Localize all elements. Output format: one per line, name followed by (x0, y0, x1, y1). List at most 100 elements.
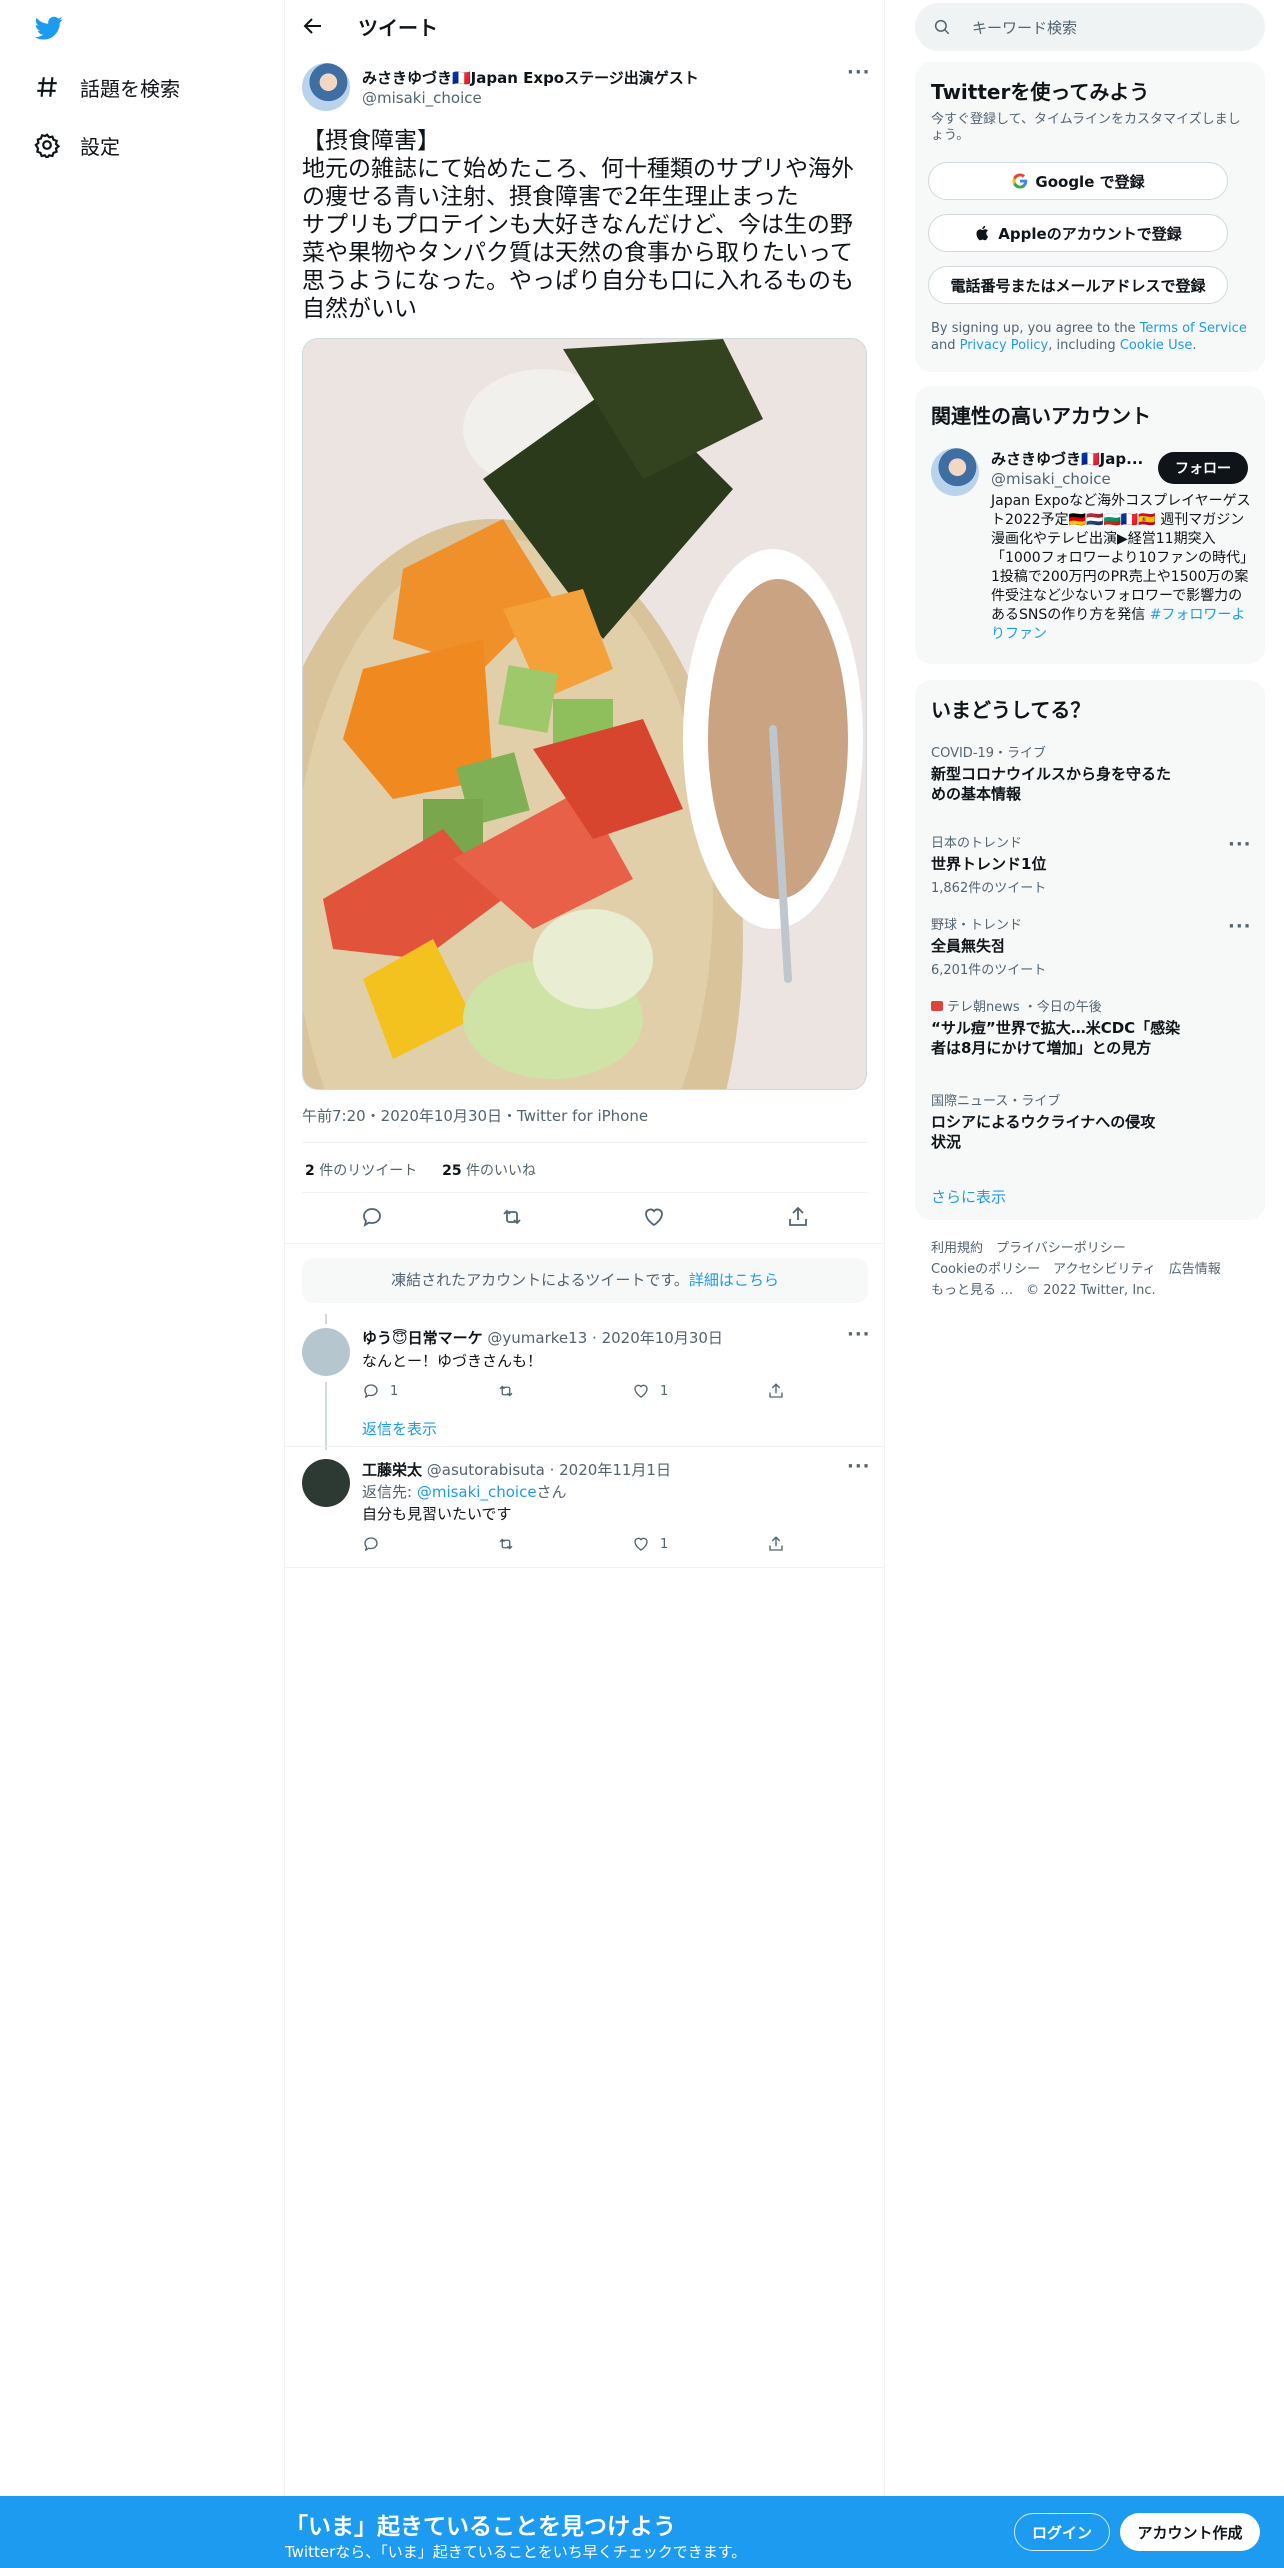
reply-date[interactable]: 2020年10月30日 (602, 1329, 723, 1347)
share-icon (769, 1536, 783, 1551)
notice-link[interactable]: 詳細はこちら (689, 1271, 779, 1289)
like-icon (634, 1384, 648, 1398)
google-signup-button[interactable]: Google で登録 (928, 162, 1228, 200)
reply-avatar[interactable] (302, 1459, 350, 1507)
trend-category: COVID-19・ライブ (931, 746, 1047, 761)
author-handle[interactable]: @misaki_choice (362, 89, 482, 107)
left-navigation: 話題を検索 設定 (0, 0, 285, 2496)
nav-explore[interactable]: 話題を検索 (34, 67, 180, 107)
trends-panel: いまどうしてる？ COVID-19・ライブ 新型コロナウイルスから身を守るための… (915, 680, 1265, 1220)
twitter-logo-icon[interactable] (33, 14, 65, 42)
retweet-icon (499, 1538, 513, 1550)
reply-header: ゆう😇日常マーケ @yumarke13 · 2020年10月30日 (362, 1329, 723, 1347)
footer-line[interactable]: もっと見る … © 2022 Twitter, Inc. (931, 1280, 1221, 1301)
search-box[interactable]: キーワード検索 (915, 3, 1265, 51)
more-options-icon[interactable]: ··· (847, 1456, 871, 1477)
share-icon[interactable] (786, 1205, 810, 1229)
search-icon (934, 19, 950, 35)
trend-category: 国際ニュース・ライブ (931, 1094, 1061, 1109)
reply-share-button[interactable] (767, 1382, 795, 1400)
back-arrow-icon[interactable] (301, 14, 325, 38)
main-column: ツイート みさきゆづき🇫🇷Japan Expoステージ出演ゲスト @misaki… (285, 0, 885, 2496)
login-button[interactable]: ログイン (1014, 2513, 1110, 2551)
trend-item[interactable]: テレ朝news ・今日の午後 “サル痘”世界で拡大…米CDC「感染者は8月にかけ… (931, 996, 1241, 1058)
reply-icon[interactable] (360, 1205, 384, 1229)
more-options-icon[interactable]: ··· (847, 1324, 871, 1345)
hashtag-icon (37, 77, 57, 97)
reply-icon (364, 1384, 378, 1399)
more-options-icon[interactable]: ··· (1228, 916, 1252, 937)
terms-link[interactable]: Terms of Service (1140, 321, 1247, 336)
apple-signup-button[interactable]: Appleのアカウントで登録 (928, 214, 1228, 252)
privacy-link[interactable]: Privacy Policy (960, 338, 1049, 353)
trend-item[interactable]: COVID-19・ライブ 新型コロナウイルスから身を守るための基本情報 (931, 742, 1241, 804)
show-replies-link[interactable]: 返信を表示 (362, 1418, 437, 1439)
reply-header: 工藤栄太 @asutorabisuta · 2020年11月1日 (362, 1461, 671, 1479)
reply-like-button[interactable]: 1 (632, 1535, 668, 1553)
trends-title: いまどうしてる？ (931, 698, 1091, 722)
like-icon[interactable] (642, 1205, 666, 1229)
footer-line[interactable]: 利用規約 プライバシーポリシー (931, 1238, 1221, 1259)
divider (285, 1243, 885, 1244)
reply-author-handle[interactable]: @yumarke13 (487, 1329, 587, 1347)
reply-avatar[interactable] (302, 1328, 350, 1376)
trend-title: 新型コロナウイルスから身を守るための基本情報 (931, 765, 1172, 803)
related-bio: Japan Expoなど海外コスプレイヤーゲスト2022予定🇩🇪🇳🇱🇧🇬🇫🇷🇪🇸… (991, 492, 1251, 644)
show-more-link[interactable]: さらに表示 (931, 1186, 1006, 1207)
search-input[interactable]: キーワード検索 (972, 17, 1077, 38)
reply-author-handle[interactable]: @asutorabisuta (427, 1461, 545, 1479)
retweets-count[interactable]: 2 (305, 1163, 315, 1179)
reply-text: なんとー！ゆづきさんも！ (362, 1352, 543, 1370)
trend-item[interactable]: 国際ニュース・ライブ ロシアによるウクライナへの侵攻状況 (931, 1090, 1241, 1152)
nav-explore-label: 話題を検索 (80, 76, 180, 101)
trend-category: 野球・トレンド (931, 918, 1023, 933)
tweet-photo[interactable] (302, 338, 867, 1090)
trend-category-text: テレ朝news ・今日の午後 (947, 1000, 1102, 1015)
like-count: 1 (660, 1536, 669, 1552)
nav-settings[interactable]: 設定 (34, 125, 120, 165)
author-name[interactable]: みさきゆづき🇫🇷Japan Expoステージ出演ゲスト (362, 67, 699, 88)
bottom-signup-bar: 「いま」起きていることを見つけよう Twitterなら、「いま」起きていることを… (0, 2496, 1284, 2568)
reply-actions: 1 (362, 1535, 802, 1555)
reply-date[interactable]: 2020年11月1日 (559, 1461, 671, 1479)
reply-author-name[interactable]: 工藤栄太 (362, 1461, 422, 1479)
bottombar-subtitle: Twitterなら、「いま」起きていることをいち早くチェックできます。 (285, 2543, 747, 2561)
related-accounts-panel: 関連性の高いアカウント みさきゆづき🇫🇷Jap... @misaki_choic… (915, 386, 1265, 664)
trend-item[interactable]: 野球・トレンド 全員無失점 6,201件のツイート (931, 914, 1241, 978)
terms-text: , including (1048, 338, 1120, 353)
cookie-link[interactable]: Cookie Use (1120, 338, 1193, 353)
related-handle[interactable]: @misaki_choice (991, 470, 1111, 488)
related-title: 関連性の高いアカウント (931, 404, 1151, 428)
phone-email-signup-button[interactable]: 電話番号またはメールアドレスで登録 (928, 266, 1228, 304)
follow-button[interactable]: フォロー (1158, 452, 1248, 484)
author-avatar[interactable] (302, 63, 350, 111)
signup-terms: By signing up, you agree to the Terms of… (931, 320, 1251, 354)
reply-like-button[interactable]: 1 (632, 1382, 668, 1400)
more-options-icon[interactable]: ··· (1228, 834, 1252, 855)
trend-item[interactable]: 日本のトレンド 世界トレンド1位 1,862件のツイート (931, 832, 1241, 896)
bottombar-title: 「いま」起きていることを見つけよう (285, 2514, 676, 2540)
retweets-label[interactable]: 件のリツイート (319, 1163, 417, 1179)
retweet-icon[interactable] (500, 1205, 524, 1229)
more-options-icon[interactable]: ··· (847, 62, 871, 83)
reply-retweet-button[interactable] (497, 1535, 525, 1553)
reply-retweet-button[interactable] (497, 1382, 525, 1400)
reply-to-handle[interactable]: @misaki_choice (417, 1483, 537, 1501)
terms-text: By signing up, you agree to the (931, 321, 1140, 336)
reply-reply-button[interactable] (362, 1535, 390, 1553)
create-account-button[interactable]: アカウント作成 (1120, 2513, 1260, 2551)
footer-line[interactable]: Cookieのポリシー アクセシビリティ 広告情報 (931, 1259, 1221, 1280)
reply-item[interactable]: 工藤栄太 @asutorabisuta · 2020年11月1日 ··· 返信先… (285, 1447, 885, 1567)
likes-count[interactable]: 25 (442, 1163, 461, 1179)
trend-count: 1,862件のツイート (931, 881, 1047, 896)
google-icon (1012, 173, 1028, 189)
reply-item[interactable]: ゆう😇日常マーケ @yumarke13 · 2020年10月30日 ··· なん… (285, 1310, 885, 1450)
reply-reply-button[interactable]: 1 (362, 1382, 398, 1400)
likes-label[interactable]: 件のいいね (466, 1163, 536, 1179)
tweet-meta: 午前7:20・2020年10月30日・Twitter for iPhone (302, 1107, 649, 1125)
related-bio-text: Japan Expoなど海外コスプレイヤーゲスト2022予定🇩🇪🇳🇱🇧🇬🇫🇷🇪🇸… (991, 493, 1251, 623)
related-avatar[interactable] (931, 448, 979, 496)
related-name[interactable]: みさきゆづき🇫🇷Jap... (991, 448, 1143, 469)
reply-author-name[interactable]: ゆう😇日常マーケ (362, 1329, 483, 1347)
reply-share-button[interactable] (767, 1535, 795, 1553)
